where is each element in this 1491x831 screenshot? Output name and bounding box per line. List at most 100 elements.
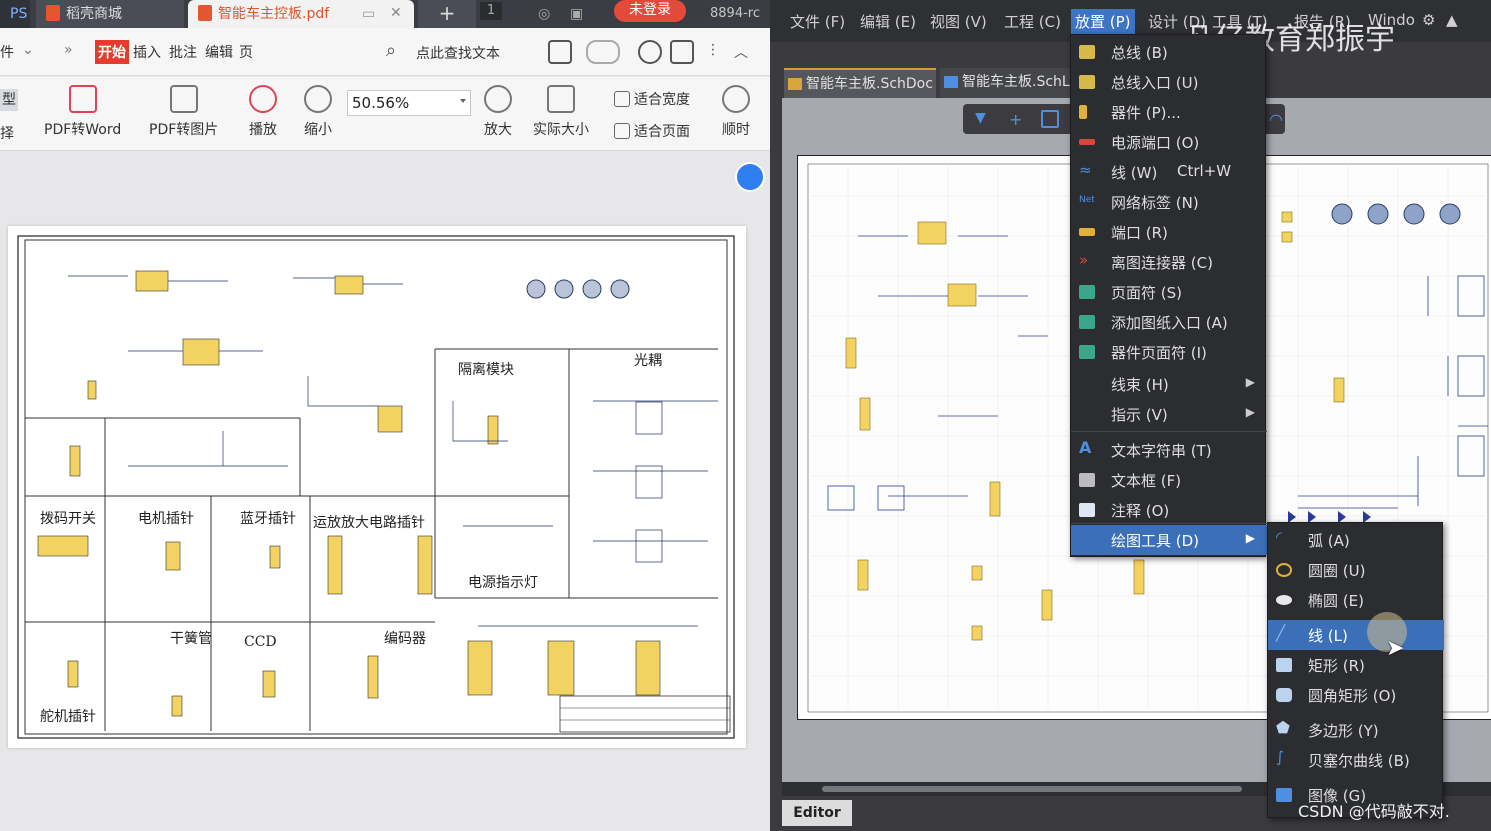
zoom-out-button[interactable]: 缩小 bbox=[304, 85, 332, 139]
zoom-in-button[interactable]: 放大 bbox=[484, 85, 512, 139]
arc-icon: ◜ bbox=[1276, 528, 1282, 546]
menu-item-device-sheet[interactable]: 器件页面符 (I) bbox=[1071, 337, 1267, 367]
menu-page[interactable]: 页 bbox=[239, 42, 253, 62]
menu-item-bus-entry[interactable]: 总线入口 (U) bbox=[1071, 67, 1267, 97]
submenu-item-arc[interactable]: ◜ 弧 (A) bbox=[1268, 525, 1444, 555]
daoke-icon bbox=[46, 5, 60, 21]
menu-place[interactable]: 放置 (P) bbox=[1071, 9, 1135, 34]
menu-item-wire[interactable]: ≈ 线 (W) Ctrl+W bbox=[1071, 157, 1267, 187]
chevron-down-icon[interactable]: ⌄ bbox=[22, 42, 34, 58]
menu-item-part[interactable]: 器件 (P)... bbox=[1071, 97, 1267, 127]
submenu-item-rectangle[interactable]: 矩形 (R) bbox=[1268, 650, 1444, 680]
zoom-level-select[interactable]: 50.56% bbox=[347, 90, 471, 116]
scrollbar-thumb[interactable] bbox=[822, 786, 1242, 792]
fit-page-icon bbox=[614, 123, 630, 139]
filter-icon[interactable]: ▼ bbox=[975, 110, 993, 128]
submenu-item-polygon[interactable]: ⬟ 多边形 (Y) bbox=[1268, 715, 1444, 745]
menu-item-sheet-symbol[interactable]: 页面符 (S) bbox=[1071, 277, 1267, 307]
rotate-clockwise-button[interactable]: 顺时 bbox=[722, 85, 750, 139]
chat-icon[interactable] bbox=[670, 40, 694, 64]
submenu-item-line[interactable]: ╱ 线 (L) bbox=[1268, 620, 1444, 650]
actual-size-button[interactable]: 实际大小 bbox=[533, 85, 589, 139]
login-button[interactable]: 未登录 bbox=[614, 0, 686, 22]
share-icon[interactable] bbox=[548, 40, 572, 64]
play-label: 播放 bbox=[249, 122, 277, 138]
menu-item-harness[interactable]: 线束 (H) ▶ bbox=[1071, 369, 1267, 399]
fit-page-button[interactable]: 适合页面 bbox=[614, 121, 690, 141]
floating-assistant-button[interactable] bbox=[735, 162, 765, 192]
menu-item-port[interactable]: 端口 (R) bbox=[1071, 217, 1267, 247]
screen-icon[interactable]: ▭ bbox=[362, 4, 375, 24]
csdn-watermark: CSDN @代码敲不对. bbox=[1298, 802, 1450, 821]
menu-item-label: 文本字符串 (T) bbox=[1111, 442, 1212, 460]
tab-schlib[interactable]: 智能车主板.SchL bbox=[940, 68, 1070, 98]
pdf-to-image-button[interactable]: PDF转图片 bbox=[149, 85, 218, 139]
pdf-to-word-button[interactable]: PDF转Word bbox=[44, 85, 121, 139]
text-frame-icon bbox=[1079, 473, 1095, 487]
device-sheet-icon bbox=[1079, 345, 1095, 359]
tab-count-badge[interactable]: 1 bbox=[480, 2, 502, 20]
menu-item-off-sheet-connector[interactable]: » 离图连接器 (C) bbox=[1071, 247, 1267, 277]
fit-width-button[interactable]: 适合宽度 bbox=[614, 89, 690, 109]
menu-comment[interactable]: 批注 bbox=[169, 42, 197, 62]
more-options-icon[interactable]: ⋮ bbox=[706, 42, 720, 58]
tab-daoke-store[interactable]: 稻壳商城 bbox=[36, 0, 184, 28]
select-button[interactable]: 择 bbox=[0, 123, 14, 143]
menu-item-note[interactable]: 注释 (O) bbox=[1071, 495, 1267, 525]
polygon-icon: ⬟ bbox=[1276, 718, 1290, 737]
module-label: 编码器 bbox=[384, 631, 426, 647]
gear-icon[interactable]: ⚙ bbox=[1422, 11, 1435, 29]
menu-item-label: 端口 (R) bbox=[1111, 224, 1168, 242]
submenu-item-round-rectangle[interactable]: 圆角矩形 (O) bbox=[1268, 680, 1444, 710]
new-tab-button[interactable]: + bbox=[418, 0, 476, 28]
menu-file[interactable]: 件 bbox=[0, 42, 14, 62]
tab-pdf-document[interactable]: 智能车主控板.pdf ▭ ✕ bbox=[188, 0, 414, 28]
menu-item-sheet-entry[interactable]: 添加图纸入口 (A) bbox=[1071, 307, 1267, 337]
editor-tab[interactable]: Editor bbox=[782, 800, 852, 826]
schematic-doc-icon bbox=[788, 78, 802, 90]
bell-icon[interactable]: ▲ bbox=[1446, 11, 1458, 29]
menu-item-drawing-tools[interactable]: 绘图工具 (D) ▶ bbox=[1071, 525, 1267, 555]
submenu-arrow-icon: ▶ bbox=[1245, 405, 1255, 419]
module-label: 干簧管 bbox=[170, 631, 212, 647]
tab-ps[interactable]: PS bbox=[0, 0, 30, 28]
menu-item-text-string[interactable]: A 文本字符串 (T) bbox=[1071, 435, 1267, 465]
menu-item-net-label[interactable]: Net 网络标签 (N) bbox=[1071, 187, 1267, 217]
submenu-item-label: 弧 (A) bbox=[1308, 532, 1350, 550]
more-menu-icon[interactable]: » bbox=[64, 42, 73, 58]
arc-icon[interactable]: ◠ bbox=[1269, 110, 1287, 129]
sync-icon[interactable]: ◎ bbox=[528, 0, 560, 28]
power-port-icon bbox=[1079, 139, 1095, 145]
menu-view[interactable]: 视图 (V) bbox=[930, 11, 987, 32]
submenu-item-ellipse[interactable]: 椭圆 (E) bbox=[1268, 585, 1444, 615]
submenu-item-label: 椭圆 (E) bbox=[1308, 592, 1364, 610]
close-icon[interactable]: ✕ bbox=[390, 3, 402, 23]
collapse-icon[interactable]: ︿ bbox=[734, 42, 748, 62]
menu-edit[interactable]: 编辑 (E) bbox=[860, 11, 916, 32]
module-label: 隔离模块 bbox=[458, 362, 514, 378]
menu-item-label: 注释 (O) bbox=[1111, 502, 1170, 520]
gear-icon[interactable] bbox=[638, 40, 662, 64]
submenu-item-circle[interactable]: 圆圈 (U) bbox=[1268, 555, 1444, 585]
menu-insert[interactable]: 插入 bbox=[133, 42, 161, 62]
tab-schdoc[interactable]: 智能车主板.SchDoc bbox=[784, 68, 936, 98]
menu-item-text-frame[interactable]: 文本框 (F) bbox=[1071, 465, 1267, 495]
menu-edit[interactable]: 编辑 bbox=[205, 42, 233, 62]
find-text-search[interactable]: ⌕ 点此查找文本 bbox=[384, 40, 524, 64]
play-icon bbox=[249, 85, 277, 113]
menu-item-directive[interactable]: 指示 (V) ▶ bbox=[1071, 399, 1267, 429]
crosshair-icon[interactable]: + bbox=[1009, 110, 1027, 129]
menu-item-label: 线 (W) bbox=[1111, 164, 1158, 182]
rectangle-icon bbox=[1276, 658, 1292, 672]
select-rect-icon[interactable] bbox=[1041, 110, 1059, 128]
menu-start[interactable]: 开始 bbox=[95, 40, 129, 64]
window-icon[interactable]: ▣ bbox=[560, 0, 593, 28]
cloud-icon[interactable] bbox=[586, 40, 620, 64]
submenu-item-bezier[interactable]: ∫ 贝塞尔曲线 (B) bbox=[1268, 745, 1444, 775]
menu-file[interactable]: 文件 (F) bbox=[790, 11, 845, 32]
model-button[interactable]: 型 bbox=[0, 89, 18, 111]
menu-item-power-port[interactable]: 电源端口 (O) bbox=[1071, 127, 1267, 157]
menu-project[interactable]: 工程 (C) bbox=[1004, 11, 1061, 32]
menu-item-bus[interactable]: 总线 (B) bbox=[1071, 37, 1267, 67]
play-button[interactable]: 播放 bbox=[249, 85, 277, 139]
